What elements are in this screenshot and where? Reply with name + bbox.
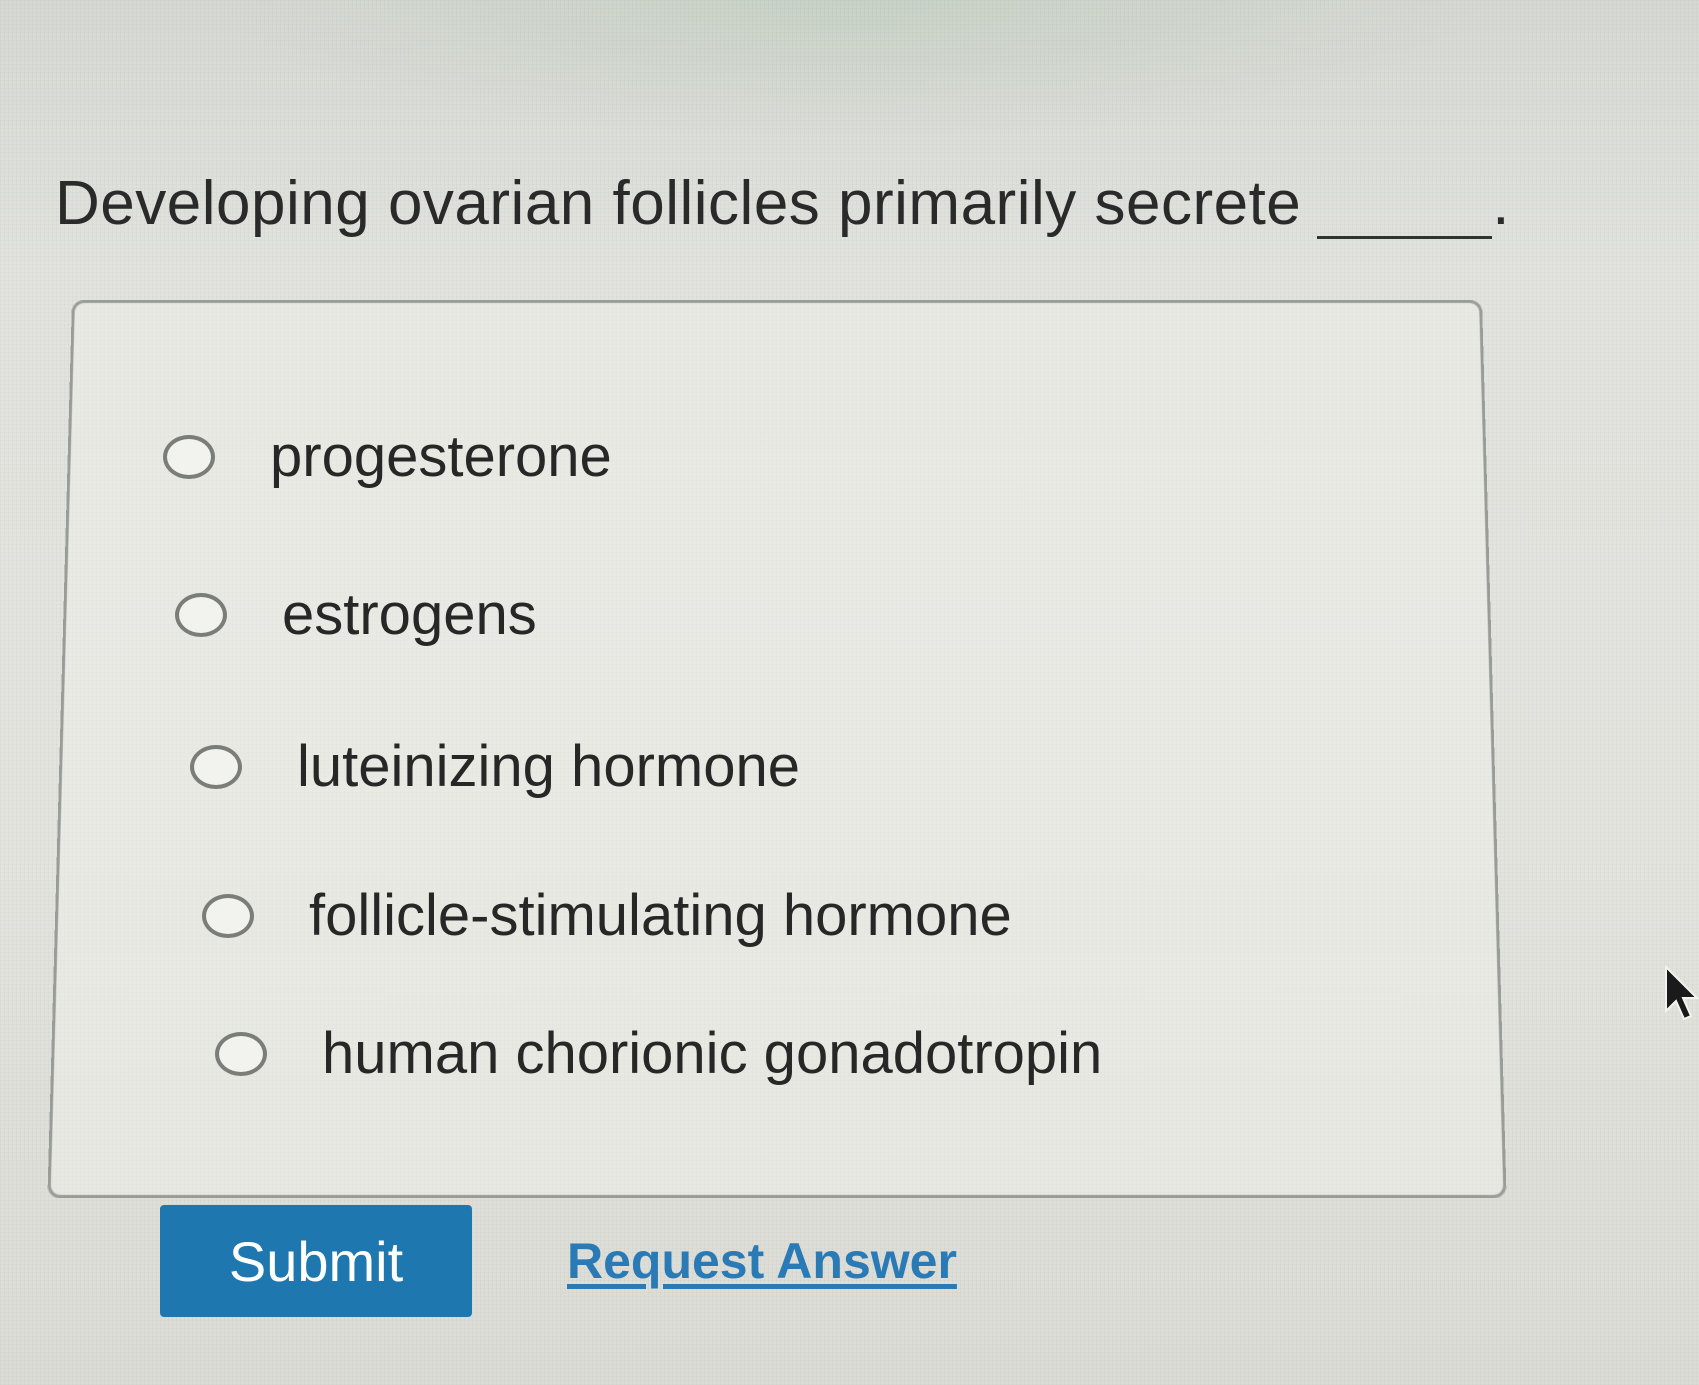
radio-button[interactable]	[175, 592, 227, 637]
question-period: .	[1492, 169, 1511, 238]
radio-button[interactable]	[215, 1031, 267, 1076]
question-prompt: Developing ovarian follicles primarily s…	[55, 169, 1302, 238]
option-label: progesterone	[270, 424, 612, 489]
radio-button[interactable]	[163, 434, 215, 479]
answer-blank	[1317, 180, 1493, 239]
option-estrogens[interactable]: estrogens	[175, 581, 537, 648]
option-label: follicle-stimulating hormone	[309, 883, 1012, 948]
option-progesterone[interactable]: progesterone	[163, 423, 612, 490]
radio-button[interactable]	[190, 744, 242, 789]
option-luteinizing-hormone[interactable]: luteinizing hormone	[190, 733, 800, 800]
question-text: Developing ovarian follicles primarily s…	[55, 168, 1510, 239]
submit-button[interactable]: Submit	[160, 1205, 472, 1317]
option-label: human chorionic gonadotropin	[322, 1021, 1103, 1086]
request-answer-link[interactable]: Request Answer	[567, 1232, 957, 1290]
radio-button[interactable]	[202, 893, 254, 938]
option-label: estrogens	[282, 582, 537, 647]
option-label: luteinizing hormone	[297, 734, 800, 799]
mouse-pointer-icon	[1665, 965, 1699, 1021]
option-human-chorionic-gonadotropin[interactable]: human chorionic gonadotropin	[215, 1020, 1102, 1087]
option-follicle-stimulating-hormone[interactable]: follicle-stimulating hormone	[202, 882, 1012, 949]
